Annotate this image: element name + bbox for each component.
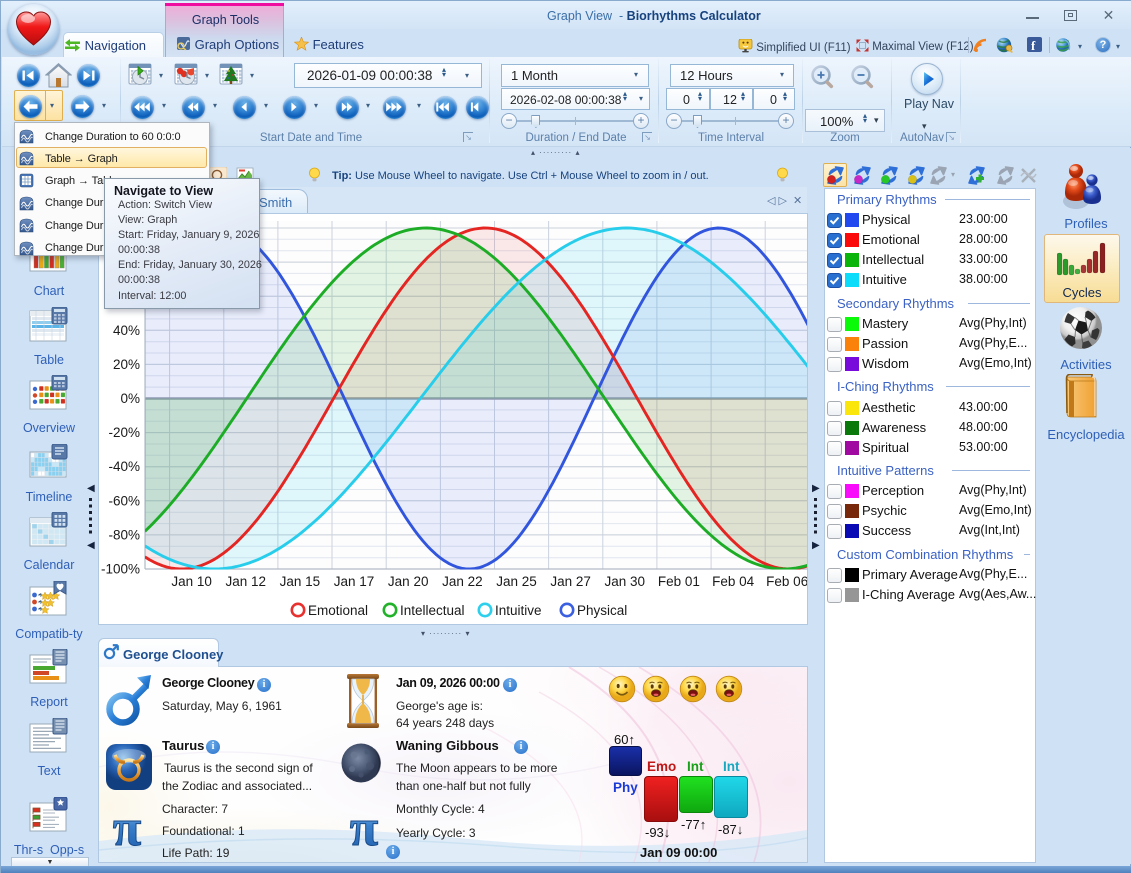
svg-text:Jan 15: Jan 15 [280,574,321,589]
svg-text:Jan 30: Jan 30 [605,574,646,589]
svg-text:Feb 06: Feb 06 [766,574,807,589]
svg-text:Feb 01: Feb 01 [658,574,700,589]
svg-text:Physical: Physical [577,603,627,618]
svg-text:Emotional: Emotional [308,603,368,618]
svg-text:-100%: -100% [101,562,140,577]
svg-text:0%: 0% [120,391,140,406]
svg-text:-60%: -60% [108,493,140,508]
svg-text:-40%: -40% [108,459,140,474]
svg-text:40%: 40% [113,323,140,338]
svg-text:Intuitive: Intuitive [495,603,542,618]
svg-text:Jan 10: Jan 10 [171,574,212,589]
svg-text:Feb 04: Feb 04 [712,574,755,589]
svg-text:Intellectual: Intellectual [400,603,465,618]
svg-text:Jan 25: Jan 25 [496,574,537,589]
svg-text:π: π [113,801,142,853]
svg-text:20%: 20% [113,357,140,372]
svg-text:Jan 22: Jan 22 [442,574,483,589]
svg-text:Jan 20: Jan 20 [388,574,429,589]
svg-text:π: π [350,801,379,853]
svg-text:-80%: -80% [108,527,140,542]
svg-text:Jan 27: Jan 27 [550,574,591,589]
svg-text:Jan 17: Jan 17 [334,574,375,589]
svg-text:-20%: -20% [108,425,140,440]
svg-text:Jan 12: Jan 12 [226,574,267,589]
